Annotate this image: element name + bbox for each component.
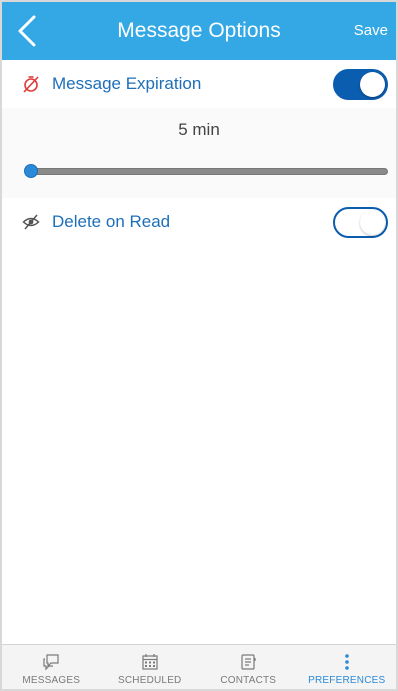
calendar-icon — [142, 654, 158, 670]
message-expiration-toggle[interactable] — [333, 69, 388, 100]
save-button[interactable]: Save — [354, 2, 388, 60]
tab-preferences[interactable]: PREFERENCES — [298, 645, 397, 689]
contacts-icon — [241, 654, 256, 670]
header-bar: Message Options Save — [2, 2, 396, 60]
delete-on-read-label: Delete on Read — [52, 212, 171, 231]
more-vertical-icon — [344, 654, 349, 670]
delete-on-read-row: Delete on Read — [2, 198, 396, 246]
chat-bubble-icon — [43, 654, 59, 671]
timer-off-icon — [23, 76, 39, 93]
eye-off-icon — [22, 214, 40, 230]
tab-label: MESSAGES — [22, 675, 81, 686]
toggle-knob — [360, 210, 385, 235]
message-expiration-label: Message Expiration — [52, 74, 202, 93]
tab-scheduled[interactable]: SCHEDULED — [101, 645, 200, 689]
page-title: Message Options — [117, 19, 281, 42]
tab-label: PREFERENCES — [308, 675, 386, 686]
phone-screen: Message Options Save Message Expiration … — [0, 0, 398, 691]
tab-label: SCHEDULED — [118, 675, 182, 686]
expiration-value: 5 min — [178, 120, 220, 139]
expiration-slider-track[interactable] — [24, 164, 388, 178]
expiration-slider-section: 5 min — [2, 108, 396, 198]
tab-label: CONTACTS — [220, 675, 277, 686]
message-expiration-row: Message Expiration — [2, 60, 396, 108]
tab-messages[interactable]: MESSAGES — [2, 645, 101, 689]
empty-content-area — [2, 246, 396, 644]
expiration-slider-thumb[interactable] — [24, 164, 38, 178]
toggle-knob — [360, 72, 385, 97]
tab-contacts[interactable]: CONTACTS — [199, 645, 298, 689]
bottom-tab-bar: MESSAGES SCHEDULED CONTACTS PREFERENCES — [2, 644, 397, 689]
delete-on-read-toggle[interactable] — [333, 207, 388, 238]
